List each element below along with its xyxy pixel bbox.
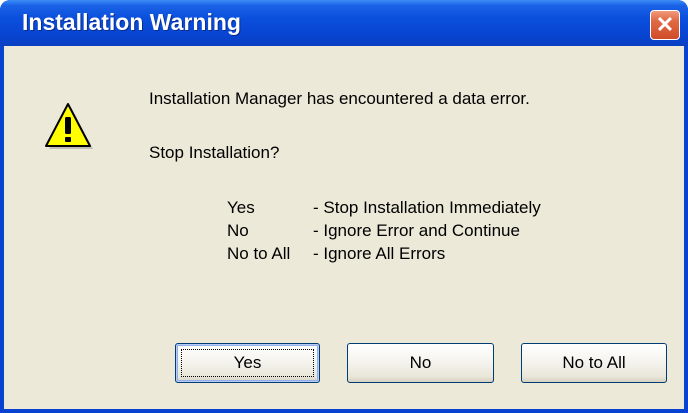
option-description: - Ignore Error and Continue xyxy=(313,221,520,240)
option-row-no-to-all: No to All - Ignore All Errors xyxy=(227,244,445,264)
focus-ring xyxy=(181,349,314,377)
close-button[interactable]: ✕ xyxy=(650,10,680,40)
window-title: Installation Warning xyxy=(22,9,241,35)
error-message: Installation Manager has encountered a d… xyxy=(149,89,530,108)
option-key: Yes xyxy=(227,198,255,217)
stop-question: Stop Installation? xyxy=(149,143,280,162)
title-bar[interactable]: Installation Warning ✕ xyxy=(0,0,688,46)
no-button[interactable]: No xyxy=(347,343,494,383)
no-to-all-button-label: No to All xyxy=(562,353,626,372)
close-icon: ✕ xyxy=(655,12,675,37)
option-row-yes: Yes - Stop Installation Immediately xyxy=(227,198,541,218)
no-button-label: No xyxy=(409,353,432,372)
option-key: No to All xyxy=(227,244,291,263)
option-key: No xyxy=(227,221,249,240)
warning-icon xyxy=(42,102,94,154)
dialog-window: Installation Warning ✕ Installation Mana… xyxy=(0,0,688,413)
option-row-no: No - Ignore Error and Continue xyxy=(227,221,520,241)
option-description: - Stop Installation Immediately xyxy=(313,198,541,217)
option-description: - Ignore All Errors xyxy=(313,244,446,263)
no-to-all-button[interactable]: No to All xyxy=(521,343,667,383)
yes-button[interactable]: Yes xyxy=(175,343,320,383)
dialog-body: Installation Manager has encountered a d… xyxy=(4,46,684,409)
